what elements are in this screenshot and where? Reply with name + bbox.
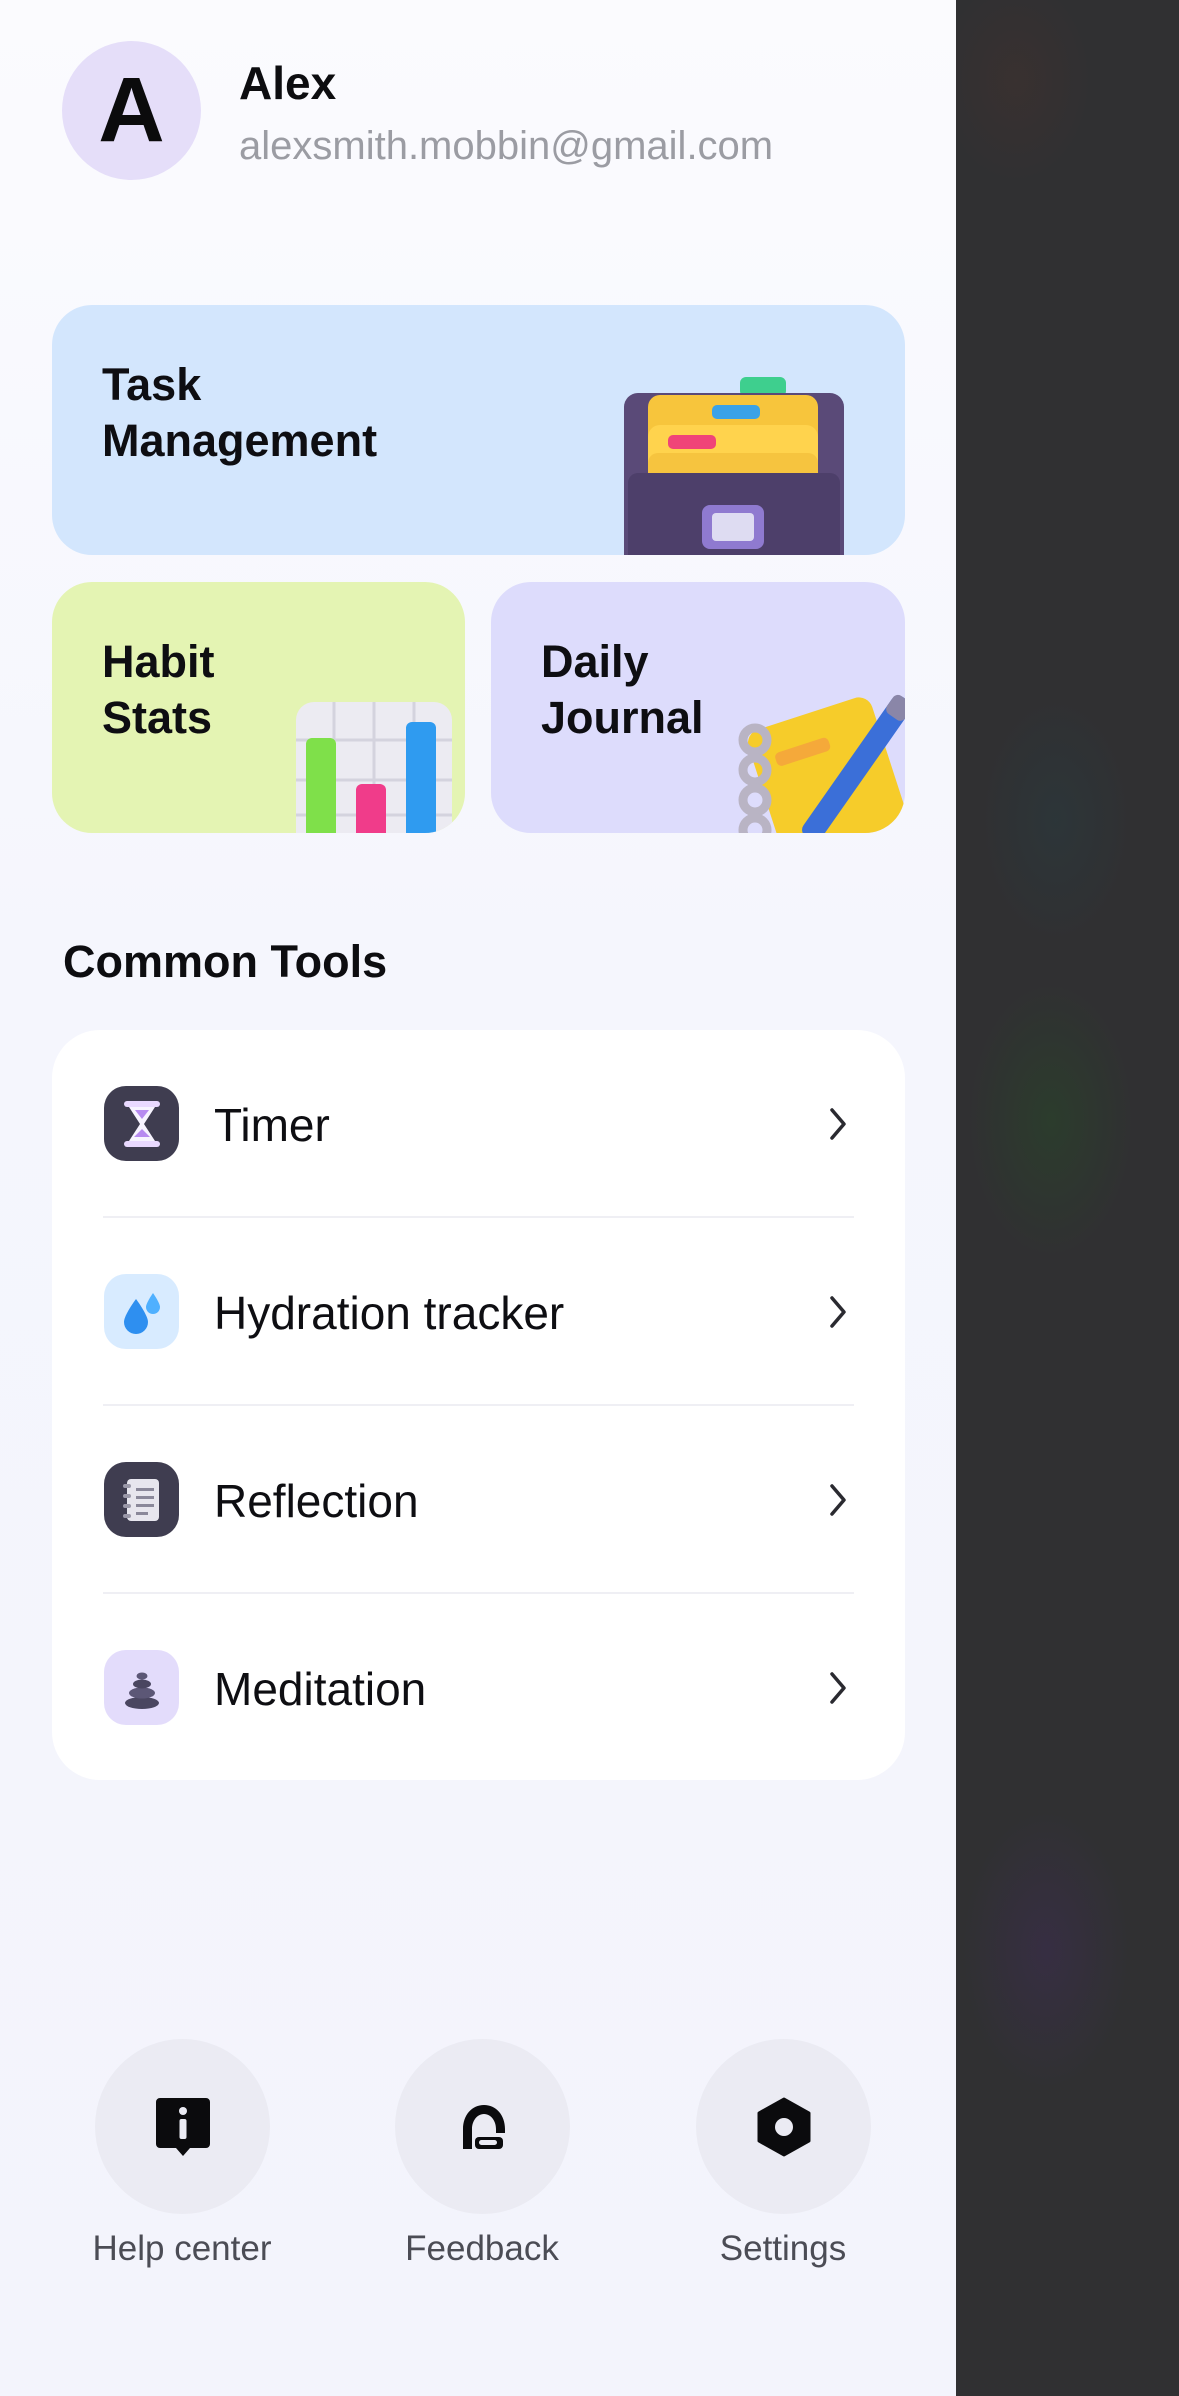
profile-name: Alex: [239, 57, 337, 109]
feedback-label: Feedback: [405, 2229, 559, 2268]
background-scrim[interactable]: [956, 0, 1179, 2396]
bar-chart-icon: [296, 702, 452, 833]
chevron-right-icon: [830, 1108, 846, 1140]
tool-label: Hydration tracker: [214, 1287, 565, 1339]
chevron-right-icon: [830, 1484, 846, 1516]
tool-label: Reflection: [214, 1475, 419, 1527]
feedback-circle[interactable]: [395, 2039, 570, 2214]
feedback-button[interactable]: Feedback: [362, 2039, 602, 2279]
settings-circle[interactable]: [696, 2039, 871, 2214]
task-management-card[interactable]: Task Management: [52, 305, 905, 555]
avatar[interactable]: A: [62, 41, 201, 180]
task-management-label: Task Management: [102, 359, 378, 466]
tool-item-meditation[interactable]: Meditation: [52, 1594, 905, 1782]
help-center-button[interactable]: Help center: [62, 2039, 302, 2279]
chevron-right-icon: [830, 1296, 846, 1328]
common-tools-title: Common Tools: [63, 936, 388, 987]
settings-hexagon-icon: [757, 2097, 810, 2156]
notebook-icon: [104, 1462, 179, 1537]
tool-item-timer[interactable]: Timer: [52, 1030, 905, 1218]
common-tools-list: Timer Hydration tracker Reflection Medit…: [52, 1030, 905, 1780]
help-center-circle[interactable]: [95, 2039, 270, 2214]
water-drop-icon: [104, 1274, 179, 1349]
habit-stats-card[interactable]: Habit Stats: [52, 582, 465, 833]
tool-item-reflection[interactable]: Reflection: [52, 1406, 905, 1594]
habit-stats-label: Habit Stats: [102, 636, 215, 743]
tool-label: Timer: [214, 1099, 330, 1151]
daily-journal-label: Daily Journal: [541, 636, 704, 743]
settings-button[interactable]: Settings: [663, 2039, 903, 2279]
help-center-label: Help center: [92, 2229, 272, 2268]
daily-journal-card[interactable]: Daily Journal: [491, 582, 905, 833]
headset-icon: [462, 2104, 505, 2149]
tool-item-hydration[interactable]: Hydration tracker: [52, 1218, 905, 1406]
file-drawer-icon: [624, 377, 844, 555]
info-icon: [155, 2097, 210, 2156]
side-drawer: A Alex alexsmith.mobbin@gmail.com Task M…: [0, 0, 956, 2396]
journal-pen-icon: [738, 694, 905, 833]
hourglass-icon: [104, 1086, 179, 1161]
tool-label: Meditation: [214, 1663, 427, 1715]
profile-email: alexsmith.mobbin@gmail.com: [239, 124, 774, 168]
stacked-stones-icon: [104, 1650, 179, 1725]
chevron-right-icon: [830, 1672, 846, 1704]
settings-label: Settings: [719, 2229, 847, 2268]
